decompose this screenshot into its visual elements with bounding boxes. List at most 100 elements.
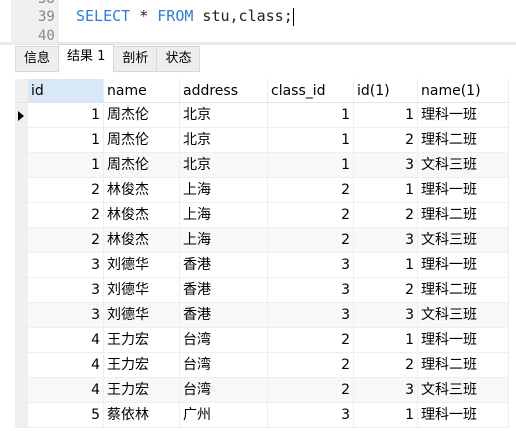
table-cell[interactable]: 理科一班 xyxy=(418,253,509,277)
table-cell[interactable]: 理科一班 xyxy=(418,328,509,352)
table-cell[interactable]: 台湾 xyxy=(180,378,268,402)
table-cell[interactable]: 林俊杰 xyxy=(104,178,180,202)
row-header[interactable] xyxy=(15,178,28,202)
table-row[interactable]: 3 刘德华 香港 3 3 文科三班 xyxy=(15,303,509,328)
table-cell[interactable]: 3 xyxy=(354,303,418,327)
table-cell[interactable]: 2 xyxy=(354,353,418,377)
table-row[interactable]: 1 周杰伦 北京 1 2 理科二班 xyxy=(15,128,509,153)
table-cell[interactable]: 理科二班 xyxy=(418,128,509,152)
row-header[interactable] xyxy=(15,278,28,302)
table-cell[interactable]: 1 xyxy=(268,103,354,127)
table-cell[interactable]: 北京 xyxy=(180,128,268,152)
row-header[interactable] xyxy=(15,403,28,427)
table-cell[interactable]: 2 xyxy=(268,178,354,202)
table-cell[interactable]: 蔡依林 xyxy=(104,403,180,427)
table-cell[interactable]: 周杰伦 xyxy=(104,153,180,177)
table-cell[interactable]: 香港 xyxy=(180,303,268,327)
table-cell[interactable]: 1 xyxy=(28,128,104,152)
table-cell[interactable]: 3 xyxy=(28,303,104,327)
table-cell[interactable]: 理科一班 xyxy=(418,178,509,202)
table-cell[interactable]: 文科三班 xyxy=(418,153,509,177)
table-row[interactable]: 4 王力宏 台湾 2 2 理科二班 xyxy=(15,353,509,378)
table-cell[interactable]: 2 xyxy=(354,203,418,227)
table-cell[interactable]: 文科三班 xyxy=(418,228,509,252)
table-cell[interactable]: 文科三班 xyxy=(418,303,509,327)
row-header[interactable] xyxy=(15,103,28,127)
table-cell[interactable]: 1 xyxy=(354,403,418,427)
table-cell[interactable]: 台湾 xyxy=(180,328,268,352)
tab-status[interactable]: 状态 xyxy=(156,46,201,72)
table-cell[interactable]: 4 xyxy=(28,328,104,352)
tab-result-1[interactable]: 结果 1 xyxy=(58,44,115,73)
tab-info[interactable]: 信息 xyxy=(15,46,60,72)
table-cell[interactable]: 2 xyxy=(354,128,418,152)
tab-profile[interactable]: 剖析 xyxy=(113,46,158,72)
table-row[interactable]: 3 刘德华 香港 3 2 理科二班 xyxy=(15,278,509,303)
table-cell[interactable]: 理科一班 xyxy=(418,403,509,427)
table-cell[interactable]: 3 xyxy=(354,153,418,177)
row-header[interactable] xyxy=(15,378,28,402)
row-header[interactable] xyxy=(15,253,28,277)
table-cell[interactable]: 1 xyxy=(28,103,104,127)
table-cell[interactable]: 3 xyxy=(28,253,104,277)
table-cell[interactable]: 香港 xyxy=(180,253,268,277)
table-cell[interactable]: 1 xyxy=(268,153,354,177)
table-row[interactable]: 4 王力宏 台湾 2 1 理科一班 xyxy=(15,328,509,353)
table-cell[interactable]: 4 xyxy=(28,378,104,402)
table-cell[interactable]: 1 xyxy=(28,153,104,177)
table-cell[interactable]: 1 xyxy=(354,103,418,127)
table-cell[interactable]: 3 xyxy=(268,303,354,327)
table-cell[interactable]: 理科一班 xyxy=(418,103,509,127)
table-cell[interactable]: 4 xyxy=(28,353,104,377)
row-header[interactable] xyxy=(15,153,28,177)
table-cell[interactable]: 1 xyxy=(354,253,418,277)
table-cell[interactable]: 王力宏 xyxy=(104,328,180,352)
table-cell[interactable]: 周杰伦 xyxy=(104,103,180,127)
table-cell[interactable]: 3 xyxy=(354,378,418,402)
table-cell[interactable]: 刘德华 xyxy=(104,303,180,327)
table-cell[interactable]: 3 xyxy=(354,228,418,252)
row-header[interactable] xyxy=(15,228,28,252)
table-row[interactable]: 2 林俊杰 上海 2 2 理科二班 xyxy=(15,203,509,228)
column-header-name-1[interactable]: name(1) xyxy=(418,79,509,102)
table-cell[interactable]: 王力宏 xyxy=(104,353,180,377)
table-cell[interactable]: 2 xyxy=(268,228,354,252)
table-cell[interactable]: 林俊杰 xyxy=(104,228,180,252)
table-cell[interactable]: 林俊杰 xyxy=(104,203,180,227)
table-cell[interactable]: 刘德华 xyxy=(104,278,180,302)
table-cell[interactable]: 2 xyxy=(28,228,104,252)
table-cell[interactable]: 3 xyxy=(28,278,104,302)
row-header[interactable] xyxy=(15,128,28,152)
table-cell[interactable]: 3 xyxy=(268,253,354,277)
table-cell[interactable]: 周杰伦 xyxy=(104,128,180,152)
table-row[interactable]: 1 周杰伦 北京 1 3 文科三班 xyxy=(15,153,509,178)
column-header-name[interactable]: name xyxy=(104,79,180,102)
table-cell[interactable]: 理科二班 xyxy=(418,203,509,227)
table-cell[interactable]: 2 xyxy=(28,178,104,202)
table-cell[interactable]: 王力宏 xyxy=(104,378,180,402)
column-header-address[interactable]: address xyxy=(180,79,268,102)
table-cell[interactable]: 理科二班 xyxy=(418,278,509,302)
table-cell[interactable]: 1 xyxy=(354,178,418,202)
table-cell[interactable]: 2 xyxy=(268,378,354,402)
table-cell[interactable]: 2 xyxy=(268,203,354,227)
row-header[interactable] xyxy=(15,203,28,227)
table-cell[interactable]: 1 xyxy=(268,128,354,152)
table-row[interactable]: 1 周杰伦 北京 1 1 理科一班 xyxy=(15,103,509,128)
table-cell[interactable]: 2 xyxy=(268,328,354,352)
table-row[interactable]: 3 刘德华 香港 3 1 理科一班 xyxy=(15,253,509,278)
table-row[interactable]: 4 王力宏 台湾 2 3 文科三班 xyxy=(15,378,509,403)
table-cell[interactable]: 广州 xyxy=(180,403,268,427)
table-cell[interactable]: 5 xyxy=(28,403,104,427)
row-header[interactable] xyxy=(15,328,28,352)
table-cell[interactable]: 理科二班 xyxy=(418,353,509,377)
table-cell[interactable]: 上海 xyxy=(180,178,268,202)
table-row[interactable]: 2 林俊杰 上海 2 1 理科一班 xyxy=(15,178,509,203)
table-cell[interactable]: 上海 xyxy=(180,203,268,227)
column-header-id-1[interactable]: id(1) xyxy=(354,79,418,102)
column-header-class-id[interactable]: class_id xyxy=(268,79,354,102)
table-cell[interactable]: 北京 xyxy=(180,103,268,127)
table-cell[interactable]: 刘德华 xyxy=(104,253,180,277)
row-header[interactable] xyxy=(15,303,28,327)
sql-editor[interactable]: 38 39 40 SELECT * FROM stu,class; xyxy=(0,0,516,44)
